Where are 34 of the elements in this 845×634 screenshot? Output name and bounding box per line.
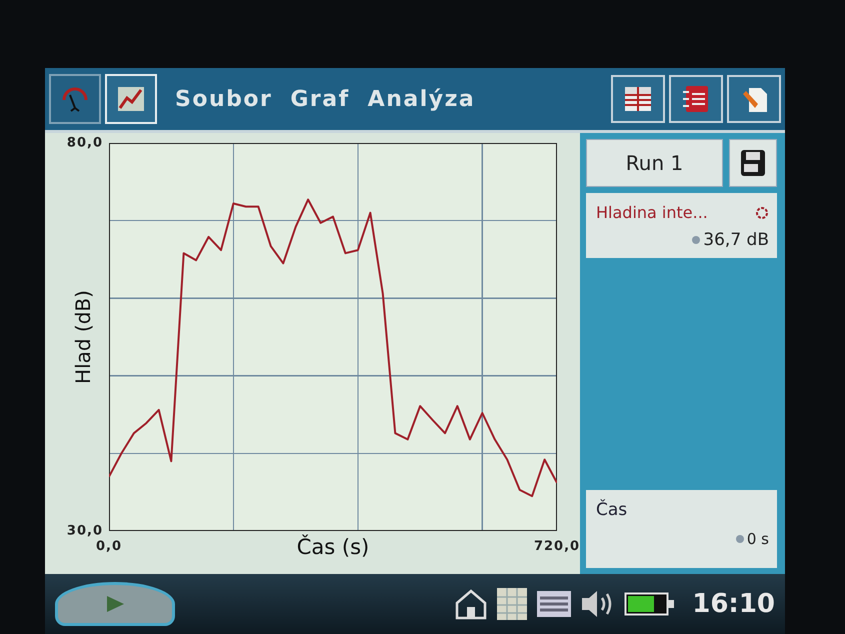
grid-icon[interactable] (496, 587, 528, 621)
x-tick-label: 720,0 (534, 539, 580, 554)
document-app-button[interactable] (727, 75, 781, 123)
dot-icon (734, 534, 745, 544)
y-tick-label: 80,0 (66, 136, 103, 150)
y-axis-title: Hlad (dB) (71, 290, 95, 384)
time-sensor-reading: 0 s (746, 530, 769, 548)
x-tick-label: 0,0 (96, 539, 122, 554)
menu-item[interactable]: Soubor (171, 86, 276, 112)
notebook-app-button[interactable] (669, 75, 723, 123)
notebook-icon (681, 84, 711, 114)
save-button[interactable] (729, 139, 777, 187)
play-button[interactable] (55, 582, 175, 626)
home-icon[interactable] (454, 587, 488, 621)
dot-icon (691, 235, 702, 245)
time-sensor-name: Čas (596, 500, 628, 520)
sensor-reading: 36,7 dB (703, 230, 769, 250)
run-button[interactable]: Run 1 (586, 139, 723, 187)
y-tick-label: 30,0 (66, 524, 103, 538)
gauge-icon (61, 86, 89, 112)
graph-tab[interactable] (105, 74, 157, 124)
clock: 16:10 (692, 589, 775, 619)
menu-item[interactable]: Graf (286, 86, 354, 112)
play-icon (104, 594, 126, 614)
table-icon (623, 85, 653, 113)
list-icon[interactable] (536, 590, 572, 618)
circle-marker-icon (755, 206, 769, 220)
menu-item[interactable]: Analýza (364, 86, 480, 112)
x-axis-title: Čas (s) (296, 535, 370, 559)
battery-icon (624, 592, 676, 616)
meter-tab[interactable] (49, 74, 101, 124)
table-app-button[interactable] (611, 75, 665, 123)
line-graph-icon (117, 86, 145, 112)
sensor-name: Hladina inte... (596, 203, 708, 222)
